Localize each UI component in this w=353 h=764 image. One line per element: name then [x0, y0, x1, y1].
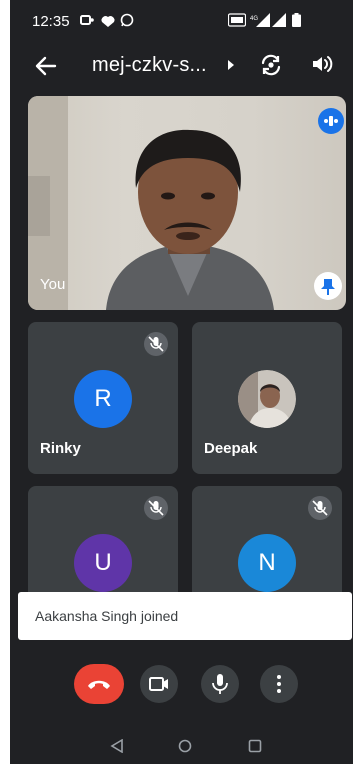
status-time: 12:35	[32, 13, 70, 30]
mic-off-icon	[144, 496, 168, 520]
participant-tile[interactable]: Deepak	[192, 322, 342, 474]
avatar-initial: R	[94, 385, 112, 412]
participant-name: Deepak	[204, 440, 258, 457]
more-vert-icon[interactable]	[260, 665, 298, 703]
more-options-icon[interactable]	[318, 108, 344, 134]
mic-toggle-button[interactable]	[201, 665, 239, 703]
battery-icon	[292, 13, 301, 27]
avatar: N	[238, 534, 296, 592]
notification-icon	[101, 16, 115, 27]
system-nav-bar	[10, 728, 353, 764]
avatar-initial: U	[94, 549, 112, 576]
camera-toggle-button[interactable]	[140, 665, 178, 703]
screen-record-icon	[80, 15, 94, 25]
phone-screen: 12:35 4G mej-czkv-s... You R Rinky Deepa…	[10, 0, 353, 764]
chevron-right-icon[interactable]	[228, 60, 234, 70]
signal-4g-icon: 4G	[250, 13, 270, 27]
meeting-code[interactable]: mej-czkv-s...	[92, 54, 207, 77]
mic-off-icon	[144, 332, 168, 356]
self-video-feed	[28, 96, 274, 310]
participant-name: Rinky	[40, 440, 81, 457]
avatar-initial: N	[258, 549, 276, 576]
participant-tile[interactable]: R Rinky	[28, 322, 178, 474]
avatar: R	[74, 370, 132, 428]
speaker-icon[interactable]	[310, 52, 334, 76]
volte-icon	[228, 13, 246, 27]
top-bar: mej-czkv-s...	[10, 40, 353, 90]
self-name-label: You	[40, 276, 66, 293]
self-video-tile[interactable]: You	[28, 96, 346, 310]
end-call-button[interactable]	[74, 664, 124, 704]
mic-off-icon	[308, 496, 332, 520]
svg-text:4G: 4G	[250, 16, 258, 22]
signal-icon	[272, 13, 286, 27]
join-toast: Aakansha Singh joined	[18, 592, 352, 640]
toast-message: Aakansha Singh joined	[35, 608, 179, 624]
nav-home-icon[interactable]	[178, 739, 192, 753]
avatar: U	[74, 534, 132, 592]
pin-icon[interactable]	[314, 272, 342, 300]
whatsapp-icon	[120, 13, 134, 27]
switch-camera-icon[interactable]	[258, 52, 284, 78]
nav-recents-icon[interactable]	[248, 739, 262, 753]
avatar-photo	[238, 370, 296, 428]
status-bar: 12:35 4G	[10, 0, 353, 40]
back-arrow-icon[interactable]	[32, 52, 60, 80]
nav-back-icon[interactable]	[110, 739, 124, 753]
